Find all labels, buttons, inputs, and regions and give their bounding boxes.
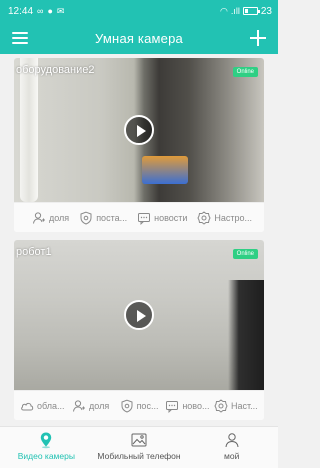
status-badge: Online [232,67,258,77]
camera-name: оборудование2 [16,64,95,76]
add-icon[interactable] [248,28,268,48]
status-time: 12:44 [8,5,34,17]
preview-pipe [20,58,38,202]
battery-icon [242,7,260,15]
action-guard[interactable]: поста... [79,211,127,225]
action-share[interactable]: доля [32,211,69,225]
nav-label: Видео камеры [17,451,75,461]
action-label: доля [89,400,110,411]
nav-mine[interactable]: мой [185,427,278,461]
location-pin-icon [37,431,55,449]
message-icon [137,211,151,225]
cloud-icon [20,399,34,413]
camera-preview[interactable]: робот1 Online [14,240,264,390]
action-label: новости [154,212,188,223]
infinity-icon: ∞ [37,6,44,16]
battery-level: 23 [260,5,272,17]
action-guard[interactable]: пос... [115,399,163,413]
play-icon[interactable] [124,300,154,330]
camera-card: оборудование2 Online доля поста... новос… [14,58,264,232]
status-badge: Online [232,249,258,259]
share-user-icon [72,399,86,413]
action-label: поста... [96,212,128,223]
shield-icon [120,399,134,413]
person-icon [223,431,241,449]
action-label: Настро... [214,212,253,223]
camera-card: робот1 Online обла... доля пос... ново..… [14,240,264,420]
camera-name: робот1 [16,246,52,258]
signal-icon: .ıll [230,6,240,16]
app-header: Умная камера [0,22,278,54]
settings-gear-icon [214,398,228,413]
action-label: Наст... [231,400,258,411]
chat-icon: ● [47,6,53,16]
share-user-icon [32,211,46,225]
camera-preview[interactable]: оборудование2 Online [14,58,264,202]
nav-label: мой [224,451,240,461]
action-cloud[interactable]: обла... [18,399,66,413]
image-icon [130,431,148,449]
action-label: доля [49,212,70,223]
settings-gear-icon [197,210,211,225]
page-title: Умная камера [95,30,183,46]
preview-shadow [228,280,264,390]
action-label: пос... [136,400,159,411]
nav-mobile-phone[interactable]: Мобильный телефон [93,427,186,461]
menu-icon[interactable] [12,31,28,45]
preview-wires [142,156,188,184]
action-share[interactable]: доля [66,399,114,413]
mail-icon: ✉ [56,5,65,16]
camera-actions: доля поста... новости Настро... [14,202,264,232]
action-settings[interactable]: Наст... [212,398,260,413]
bottom-nav: Видео камеры Мобильный телефон мой [0,426,278,468]
action-label: обла... [36,400,65,411]
shield-icon [79,211,93,225]
action-settings[interactable]: Настро... [197,210,253,225]
action-news[interactable]: ново... [163,399,211,413]
play-icon[interactable] [124,115,154,145]
message-icon [165,399,179,413]
camera-actions: обла... доля пос... ново... Наст... [14,390,264,420]
action-label: ново... [182,400,210,411]
nav-video-cameras[interactable]: Видео камеры [0,427,93,461]
action-news[interactable]: новости [137,211,187,225]
nav-label: Мобильный телефон [97,451,181,461]
status-bar: 12:44 ∞ ● ✉ ◠ .ıll 23 [0,0,278,22]
wifi-icon: ◠ [220,5,228,16]
